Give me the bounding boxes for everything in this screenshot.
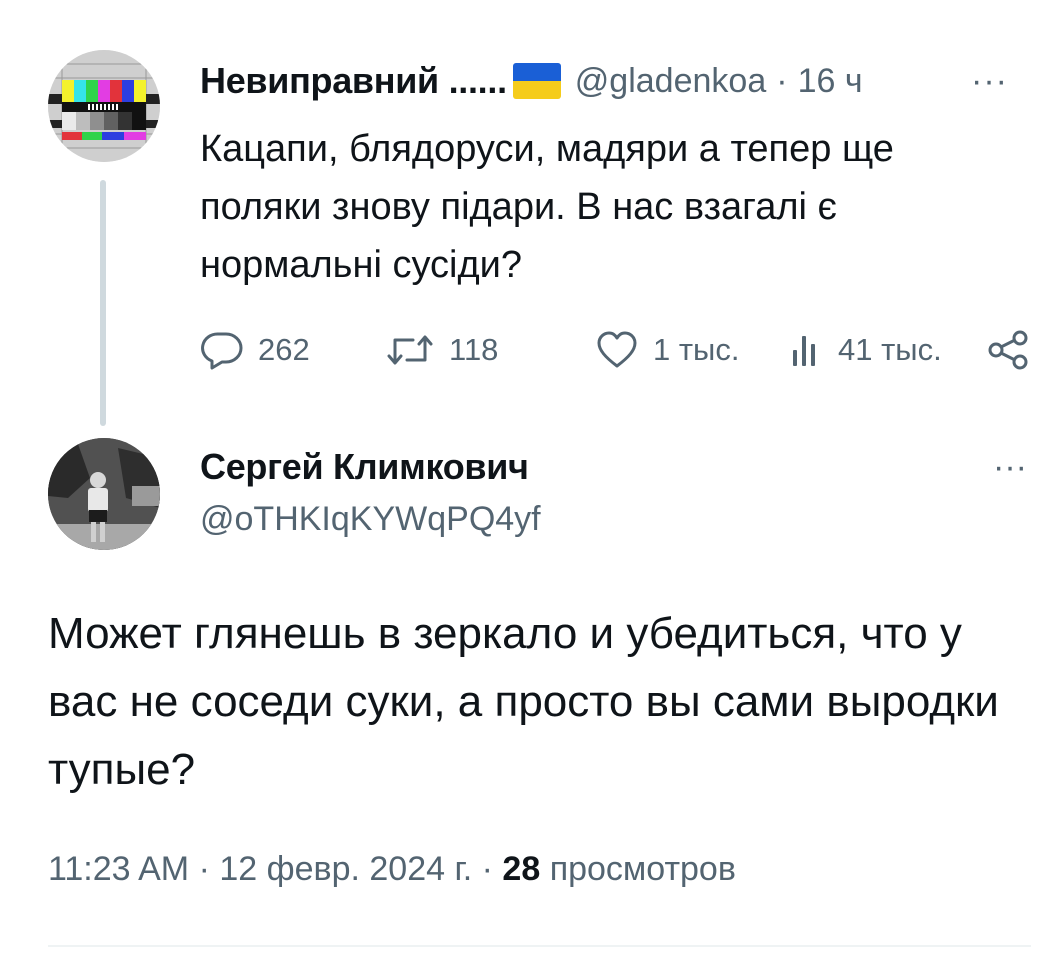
views-button[interactable]: 41 тыс. — [790, 322, 942, 378]
like-button[interactable]: 1 тыс. — [595, 322, 739, 378]
parent-tweet-text: Кацапи, блядоруси, мадяри а тепер ще пол… — [200, 128, 894, 286]
parent-author-name[interactable]: Невиправний ...... — [200, 60, 507, 102]
parent-author-handle[interactable]: @gladenkoa — [575, 62, 766, 101]
repost-button[interactable]: 118 — [385, 322, 498, 378]
header-separator: · — [776, 61, 788, 100]
share-icon — [988, 330, 1028, 370]
reply-time[interactable]: 11:23 AM — [48, 850, 189, 888]
reply-more-options-icon[interactable]: ··· — [993, 448, 1027, 487]
reply-tweet-text: Может глянешь в зеркало и убедиться, что… — [48, 609, 999, 794]
reply-icon — [201, 332, 243, 370]
reply-author-handle[interactable]: @oTHKIqKYWqPQ4yf — [200, 500, 541, 539]
reply-tweet-meta: 11:23 AM · 12 февр. 2024 г. · 28 просмот… — [48, 850, 736, 889]
meta-separator: · — [198, 850, 210, 888]
reply-author-avatar[interactable] — [48, 438, 160, 550]
vintage-photo-avatar-image — [48, 438, 160, 550]
repost-count: 118 — [449, 332, 499, 367]
reply-views-label: просмотров — [549, 850, 736, 888]
parent-author-avatar[interactable] — [48, 50, 160, 162]
share-button[interactable] — [986, 322, 1030, 378]
section-divider — [48, 945, 1031, 947]
parent-tweet-header: Невиправний ...... @gladenkoa · 16 ч ··· — [200, 57, 1030, 105]
repost-icon — [387, 335, 433, 365]
reply-count: 262 — [258, 332, 310, 367]
ukraine-flag-emoji-icon — [512, 63, 561, 99]
reply-date[interactable]: 12 февр. 2024 г. — [219, 850, 472, 888]
reply-author-name[interactable]: Сергей Климкович — [200, 446, 529, 488]
parent-tweet-time[interactable]: 16 ч — [798, 62, 863, 101]
views-icon — [793, 336, 815, 366]
tweet-thread: Невиправний ...... @gladenkoa · 16 ч ···… — [0, 0, 1049, 963]
parent-tweet-actions: 262 118 1 тыс. 41 тыс. — [200, 322, 1036, 378]
meta-separator: · — [481, 850, 493, 888]
heart-icon — [597, 331, 637, 368]
parent-more-options-icon[interactable]: ··· — [971, 62, 1008, 101]
test-pattern-avatar-image — [48, 50, 160, 162]
reply-button[interactable]: 262 — [200, 322, 310, 378]
thread-connector-line — [100, 180, 106, 426]
views-count: 41 тыс. — [838, 332, 942, 367]
reply-views-count: 28 — [502, 850, 541, 888]
like-count: 1 тыс. — [653, 332, 740, 367]
